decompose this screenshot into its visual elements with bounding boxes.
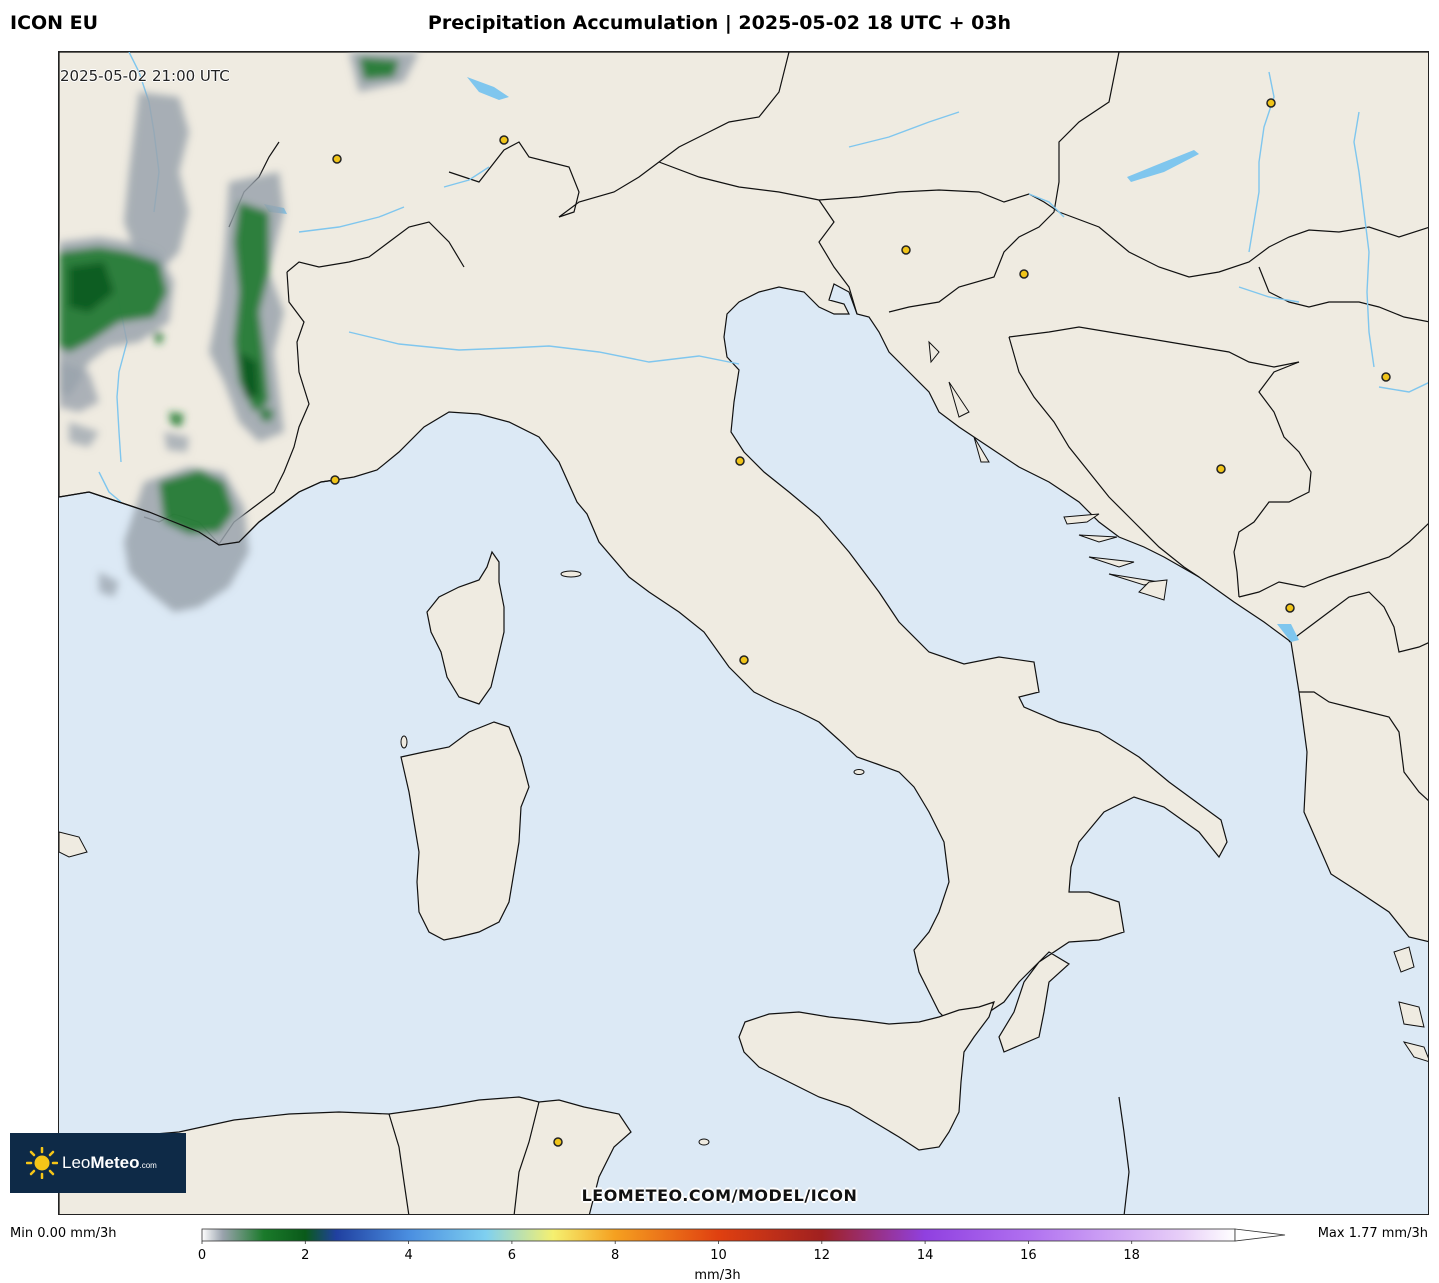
city-marker[interactable] [1285,603,1295,613]
legend-min-label: Min 0.00 mm/3h [10,1226,117,1241]
color-scale-tick-label: 0 [197,1248,207,1263]
valid-time-label: 2025-05-02 21:00 UTC [60,67,230,85]
color-scale-bar [201,1228,1286,1244]
city-marker[interactable] [1266,98,1276,108]
legend-unit-label: mm/3h [694,1268,741,1283]
color-scale-tick-label: 18 [1123,1248,1140,1263]
color-scale-tick-label: 12 [813,1248,831,1263]
watermark-url: LEOMETEO.COM/MODEL/ICON [581,1186,858,1205]
city-marker[interactable] [499,135,509,145]
island-elba [560,570,582,578]
city-marker[interactable] [735,456,745,466]
map-canvas [59,52,1428,1214]
island-pantelleria [698,1138,710,1146]
island-asinara [400,735,408,749]
island-ponza [853,769,865,775]
color-scale-tick-label: 2 [301,1248,310,1263]
color-scale-tick-label: 6 [507,1248,517,1263]
city-marker[interactable] [739,655,749,665]
color-scale-tick-label: 10 [710,1248,727,1263]
leometeo-logo[interactable]: LeoMeteo.com [10,1133,186,1193]
city-marker[interactable] [901,245,911,255]
color-scale-tick-label: 8 [611,1248,620,1263]
city-marker[interactable] [1019,269,1029,279]
color-scale-extend-arrow [1234,1228,1286,1242]
sun-icon [25,1146,59,1180]
legend-max-label: Max 1.77 mm/3h [1317,1226,1428,1241]
city-marker[interactable] [332,154,342,164]
chart-title: Precipitation Accumulation | 2025-05-02 … [427,12,1012,34]
city-marker[interactable] [1381,372,1391,382]
logo-text: LeoMeteo.com [62,1153,157,1172]
city-marker[interactable] [1216,464,1226,474]
city-marker[interactable] [330,475,340,485]
weather-map[interactable] [58,51,1429,1215]
color-scale-gradient [201,1228,1236,1242]
color-scale-tick-label: 14 [916,1248,934,1263]
color-scale-tick-label: 4 [404,1248,413,1263]
city-marker[interactable] [553,1137,563,1147]
color-scale-tick-label: 16 [1020,1248,1037,1263]
